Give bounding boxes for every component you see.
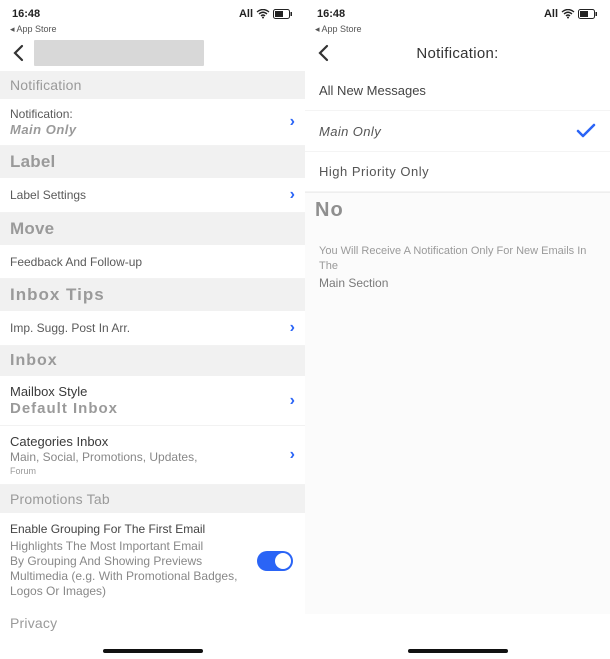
value-line1: Main, Social, Promotions, Updates, — [10, 450, 281, 465]
battery-icon — [578, 9, 598, 19]
wifi-icon — [256, 9, 270, 19]
wifi-icon — [561, 9, 575, 19]
section-move: Move — [0, 213, 305, 245]
label: No — [315, 199, 344, 221]
desc-line1: Highlights The Most Important Email — [10, 539, 295, 554]
label: Mailbox Style — [10, 384, 281, 399]
row-label-settings[interactable]: Label Settings › — [0, 178, 305, 213]
desc-line2: By Grouping And Showing Previews — [10, 554, 295, 569]
row-enable-grouping[interactable]: Enable Grouping For The First Email High… — [0, 513, 305, 609]
explain-line1: You Will Receive A Notification Only For… — [319, 245, 586, 272]
status-carrier: All — [544, 8, 558, 20]
nav-bar: Notification: — [305, 35, 610, 71]
section-notification: Notification — [0, 71, 305, 99]
status-time: 16:48 — [317, 8, 345, 20]
nav-bar — [0, 35, 305, 71]
label: All New Messages — [319, 83, 426, 98]
section-label: Label — [0, 146, 305, 178]
label: Imp. Sugg. Post In Arr. — [10, 321, 130, 335]
option-main-only[interactable]: Main Only — [305, 111, 610, 152]
label: Notification: — [10, 107, 281, 121]
value: Default Inbox — [10, 400, 281, 417]
label: Feedback And Follow-up — [10, 255, 142, 269]
battery-icon — [273, 9, 293, 19]
value-line2: Forum — [10, 466, 281, 476]
chevron-right-icon: › — [281, 113, 295, 131]
empty-space — [305, 294, 610, 614]
label: High Priority Only — [319, 164, 429, 179]
section-promotions: Promotions Tab — [0, 485, 305, 513]
option-high-priority[interactable]: High Priority Only — [305, 152, 610, 192]
row-notification[interactable]: Notification: Main Only › — [0, 99, 305, 146]
back-to-app-store[interactable]: ◂ App Store — [0, 24, 305, 35]
grouping-toggle[interactable] — [257, 551, 293, 571]
explanation: You Will Receive A Notification Only For… — [305, 228, 610, 294]
settings-screen: 16:48 All ◂ App Store Notification Notif… — [0, 0, 305, 659]
label: Main Only — [319, 124, 381, 139]
section-privacy: Privacy — [0, 609, 305, 637]
chevron-right-icon: › — [281, 319, 295, 337]
status-time: 16:48 — [12, 8, 40, 20]
label: Enable Grouping For The First Email — [10, 521, 295, 537]
back-button[interactable] — [8, 42, 30, 64]
status-bar: 16:48 All — [305, 4, 610, 24]
explain-line2: Main Section — [319, 276, 388, 290]
status-carrier: All — [239, 8, 253, 20]
desc-line3: Multimedia (e.g. With Promotional Badges… — [10, 569, 295, 584]
home-indicator — [103, 649, 203, 653]
row-mailbox-style[interactable]: Mailbox Style Default Inbox › — [0, 376, 305, 426]
status-right: All — [544, 8, 598, 20]
section-inbox: Inbox — [0, 346, 305, 376]
title-redacted — [34, 40, 204, 66]
option-all-new[interactable]: All New Messages — [305, 71, 610, 111]
value: Main Only — [10, 122, 281, 137]
checkmark-icon — [576, 123, 596, 139]
section-inbox-tips: Inbox Tips — [0, 279, 305, 311]
page-title: Notification: — [305, 45, 610, 62]
chevron-right-icon: › — [281, 392, 295, 410]
label: Label Settings — [10, 188, 86, 202]
status-bar: 16:48 All — [0, 4, 305, 24]
chevron-right-icon: › — [281, 186, 295, 204]
notification-detail-screen: 16:48 All ◂ App Store Notification: All … — [305, 0, 610, 659]
status-right: All — [239, 8, 293, 20]
option-no[interactable]: No — [305, 192, 610, 228]
back-button[interactable] — [313, 42, 335, 64]
row-feedback[interactable]: Feedback And Follow-up — [0, 245, 305, 279]
label: Categories Inbox — [10, 434, 281, 449]
home-indicator — [408, 649, 508, 653]
back-to-app-store[interactable]: ◂ App Store — [305, 24, 610, 35]
chevron-right-icon: › — [281, 446, 295, 464]
row-categories-inbox[interactable]: Categories Inbox Main, Social, Promotion… — [0, 426, 305, 485]
row-imp-sugg[interactable]: Imp. Sugg. Post In Arr. › — [0, 311, 305, 346]
desc-line4: Logos Or Images) — [10, 584, 295, 599]
